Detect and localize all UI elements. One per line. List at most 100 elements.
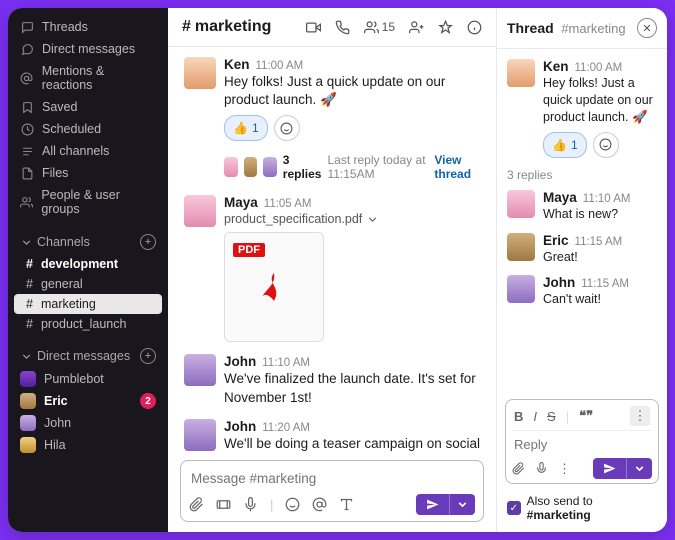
hash-icon: # (26, 277, 33, 291)
dm-john[interactable]: John (8, 412, 168, 434)
thread-composer: B I S | ❝❞ ⋮ ⋮ (505, 399, 659, 484)
nav-mentions[interactable]: Mentions & reactions (8, 60, 168, 96)
sidebar: Threads Direct messages Mentions & react… (8, 8, 168, 532)
close-thread-button[interactable]: ✕ (637, 18, 657, 38)
add-member-button[interactable] (409, 20, 424, 35)
nav-people[interactable]: People & user groups (8, 184, 168, 220)
format-button[interactable] (339, 497, 354, 512)
add-channel-button[interactable]: + (140, 234, 156, 250)
also-send-label: Also send to (527, 494, 593, 508)
avatar[interactable] (184, 419, 216, 451)
more-button[interactable]: ⋮ (558, 461, 571, 477)
send-button[interactable] (416, 494, 449, 515)
add-dm-button[interactable]: + (140, 348, 156, 364)
audio-call-button[interactable] (335, 20, 350, 35)
mic-button[interactable] (243, 497, 258, 512)
sender-name[interactable]: Ken (224, 57, 250, 72)
pin-button[interactable] (438, 20, 453, 35)
thread-send-options[interactable] (626, 458, 652, 479)
channel-title[interactable]: # marketing (182, 18, 271, 36)
dm-pumblebot[interactable]: Pumblebot (8, 368, 168, 390)
section-label: Channels (37, 235, 90, 249)
mic-button[interactable] (535, 462, 548, 475)
thread-send-group (593, 458, 652, 479)
nav-label: Saved (42, 100, 77, 114)
reaction-thumbs-up[interactable]: 👍 1 (543, 132, 587, 158)
also-send-checkbox[interactable]: ✓ Also send to #marketing (497, 490, 667, 532)
timestamp: 11:05 AM (264, 198, 312, 210)
sender-name[interactable]: Maya (543, 190, 577, 205)
sender-name[interactable]: Maya (224, 195, 258, 210)
at-icon (20, 71, 34, 85)
italic-button[interactable]: I (533, 409, 537, 424)
video-call-button[interactable] (306, 20, 321, 35)
reply-count: 3 replies (283, 153, 322, 181)
chevron-down-icon[interactable] (366, 213, 379, 226)
dm-icon (20, 42, 34, 56)
channel-marketing[interactable]: # marketing (14, 294, 162, 314)
message-text: We've finalized the launch date. It's se… (224, 370, 480, 406)
avatar[interactable] (184, 57, 216, 89)
attach-button[interactable] (512, 462, 525, 475)
video-record-button[interactable] (216, 497, 231, 512)
file-attachment[interactable]: PDF (224, 232, 324, 342)
dms-section-header[interactable]: Direct messages + (8, 344, 168, 368)
nav-saved[interactable]: Saved (8, 96, 168, 118)
quote-button[interactable]: ❝❞ (579, 408, 593, 424)
sender-name[interactable]: Eric (543, 233, 569, 248)
nav-label: Files (42, 166, 68, 180)
add-reaction-button[interactable] (593, 132, 619, 158)
info-button[interactable] (467, 20, 482, 35)
members-button[interactable]: 15 (364, 20, 395, 35)
nav-label: Mentions & reactions (42, 64, 156, 92)
thread-reply-input[interactable] (512, 431, 652, 454)
chevron-down-icon (20, 350, 33, 363)
avatar[interactable] (184, 354, 216, 386)
thread-summary[interactable]: 3 replies Last reply today at 11:15AM Vi… (224, 153, 480, 181)
thread-send-button[interactable] (593, 458, 626, 479)
chevron-down-icon (20, 236, 33, 249)
avatar[interactable] (507, 59, 535, 87)
timestamp: 11:15 AM (581, 278, 629, 290)
pdf-icon (256, 269, 292, 305)
thread-reply: John11:15 AM Can't wait! (507, 275, 657, 308)
message-text: Great! (543, 249, 657, 266)
bold-button[interactable]: B (514, 409, 523, 424)
channels-section-header[interactable]: Channels + (8, 230, 168, 254)
send-options-button[interactable] (449, 494, 475, 515)
nav-dms[interactable]: Direct messages (8, 38, 168, 60)
channel-product-launch[interactable]: # product_launch (8, 314, 168, 334)
attach-button[interactable] (189, 497, 204, 512)
channel-name: development (41, 257, 118, 271)
reaction-thumbs-up[interactable]: 👍 1 (224, 115, 268, 141)
sender-name[interactable]: John (543, 275, 575, 290)
view-thread-link[interactable]: View thread (434, 153, 480, 181)
avatar[interactable] (184, 195, 216, 227)
nav-allchannels[interactable]: All channels (8, 140, 168, 162)
avatar[interactable] (507, 190, 535, 218)
dm-eric[interactable]: Eric 2 (8, 390, 168, 412)
avatar[interactable] (507, 233, 535, 261)
emoji-button[interactable] (285, 497, 300, 512)
avatar[interactable] (507, 275, 535, 303)
message-list: Ken 11:00 AM Hey folks! Just a quick upd… (168, 47, 496, 456)
nav-threads[interactable]: Threads (8, 16, 168, 38)
reaction-emoji: 👍 (552, 138, 567, 152)
mention-button[interactable] (312, 497, 327, 512)
channel-development[interactable]: # development (8, 254, 168, 274)
add-reaction-button[interactable] (274, 115, 300, 141)
dm-name: Pumblebot (44, 372, 104, 386)
strike-button[interactable]: S (547, 409, 556, 424)
more-format-button[interactable]: ⋮ (630, 406, 650, 426)
nav-files[interactable]: Files (8, 162, 168, 184)
sender-name[interactable]: Ken (543, 59, 569, 74)
dm-hila[interactable]: Hila (8, 434, 168, 456)
channel-general[interactable]: # general (8, 274, 168, 294)
nav-scheduled[interactable]: Scheduled (8, 118, 168, 140)
dm-name: Eric (44, 394, 68, 408)
sender-name[interactable]: John (224, 419, 256, 434)
file-name[interactable]: product_specification.pdf (224, 212, 362, 226)
also-send-channel: #marketing (527, 508, 591, 522)
message-input[interactable] (189, 467, 475, 490)
sender-name[interactable]: John (224, 354, 256, 369)
